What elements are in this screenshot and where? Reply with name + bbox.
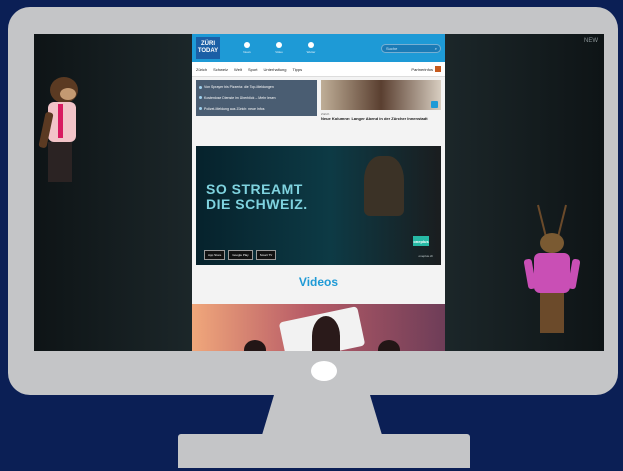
nav-item-news[interactable]: News	[236, 42, 258, 54]
store-badges: App Store Google Play Smart TV	[204, 250, 277, 260]
subnav-item-zurich[interactable]: Zürich	[196, 67, 207, 72]
person-image	[244, 340, 266, 351]
person-image	[312, 316, 340, 351]
article-title: Neue Kolumne: Langer Abend in der Zürche…	[321, 116, 428, 121]
header-nav: News Video Wetter	[236, 42, 322, 54]
quick-link[interactable]: Polizei-Meldung aus Zürich: neue Infos	[199, 107, 314, 111]
screen-corner-label: NEW	[584, 38, 598, 44]
nav-item-weather[interactable]: Wetter	[300, 42, 322, 54]
category-nav: Zürich Schweiz Welt Sport Unterhaltung T…	[192, 62, 445, 77]
home-icon	[244, 42, 250, 48]
person-image	[378, 340, 400, 351]
top-content-row: Von Sprayer bis Pizzeria: die Top-Meldun…	[192, 77, 445, 145]
subnav-item-welt[interactable]: Welt	[234, 67, 242, 72]
bullet-icon	[199, 85, 202, 89]
subnav-item-unterhaltung[interactable]: Unterhaltung	[264, 67, 287, 72]
quick-link[interactable]: Von Sprayer bis Pizzeria: die Top-Meldun…	[199, 85, 314, 89]
banner-footnote: oneplus.ch	[418, 254, 433, 258]
bug-character	[523, 204, 581, 333]
subnav-item-schweiz[interactable]: Schweiz	[213, 67, 228, 72]
app-store-badge[interactable]: App Store	[204, 250, 226, 260]
banner-character-image	[364, 156, 404, 216]
monitor-screen: NEW ZÜRI TODAY News Video Wetter Suche ⌕…	[34, 34, 604, 351]
webpage: ZÜRI TODAY News Video Wetter Suche ⌕ Zür…	[192, 34, 445, 351]
video-thumbnail[interactable]	[192, 304, 445, 351]
monkey-character	[38, 77, 78, 182]
streaming-ad-banner[interactable]: SO STREAMT DIE SCHWEIZ. oneplus App Stor…	[196, 146, 441, 265]
bullet-icon	[199, 96, 202, 100]
bullet-icon	[199, 107, 202, 111]
site-logo[interactable]: ZÜRI TODAY	[196, 37, 220, 59]
search-input[interactable]: Suche ⌕	[381, 43, 441, 53]
partner-link[interactable]: Partnerinfos	[411, 66, 441, 72]
partner-flag-icon	[435, 66, 441, 72]
google-play-badge[interactable]: Google Play	[228, 250, 253, 260]
video-icon	[276, 42, 282, 48]
monitor-stand-neck	[262, 395, 382, 435]
quick-link[interactable]: Kostenlose Dienste im Überblick – Mehr l…	[199, 96, 314, 100]
videos-section-title: Videos	[298, 275, 339, 289]
nav-item-video[interactable]: Video	[268, 42, 290, 54]
article-teaser[interactable]: Zürich Neue Kolumne: Langer Abend in der…	[321, 80, 441, 142]
site-header: ZÜRI TODAY News Video Wetter Suche ⌕	[192, 34, 445, 62]
subnav-item-tipps[interactable]: Tipps	[292, 67, 302, 72]
quick-links-box: Von Sprayer bis Pizzeria: die Top-Meldun…	[196, 80, 317, 116]
weather-icon	[308, 42, 314, 48]
monitor-stand-base	[178, 434, 470, 468]
subnav-item-sport[interactable]: Sport	[248, 67, 258, 72]
article-image	[321, 80, 441, 110]
banner-brand-logo: oneplus	[413, 236, 429, 246]
video-badge-icon	[431, 101, 438, 108]
search-icon: ⌕	[434, 45, 437, 51]
banner-headline: SO STREAMT DIE SCHWEIZ.	[206, 181, 308, 212]
smart-tv-badge[interactable]: Smart TV	[255, 250, 277, 260]
power-button[interactable]	[311, 361, 337, 381]
